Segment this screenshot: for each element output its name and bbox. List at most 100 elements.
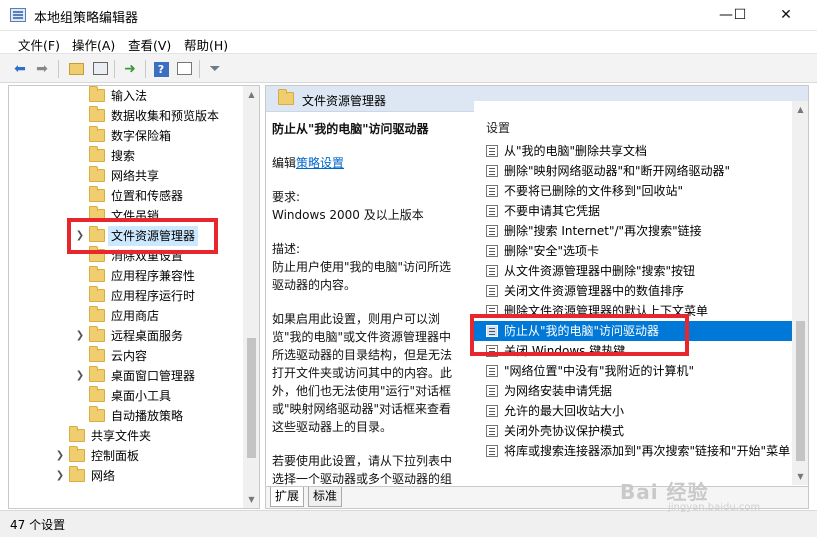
setting-row[interactable]: 从"我的电脑"删除共享文档 [474, 141, 792, 161]
setting-row[interactable]: 允许的最大回收站大小 [474, 401, 792, 421]
folder-icon [89, 406, 105, 422]
setting-row[interactable]: 关闭外壳协议保护模式 [474, 421, 792, 441]
scroll-up-arrow-icon[interactable]: ▲ [243, 86, 259, 103]
navigation-tree[interactable]: 输入法 数据收集和预览版本 数字保险箱 搜索 网络共享 位置和传感器 文件吊销 ❯ 文件资源管理… [8, 85, 260, 509]
status-bar: 47 个设置 [0, 510, 817, 537]
window-title: 本地组策略编辑器 [34, 11, 139, 26]
setting-row[interactable]: "网络位置"中没有"我附近的计算机" [474, 361, 792, 381]
tree-scrollbar[interactable]: ▲ ▼ [243, 86, 259, 508]
folder-icon [89, 166, 105, 182]
expand-arrow-icon[interactable]: ❯ [54, 446, 66, 466]
setting-row[interactable]: 将库或搜索连接器添加到"再次搜索"链接和"开始"菜单 [474, 441, 792, 461]
tree-item-label: 网络共享 [111, 169, 160, 183]
scroll-down-arrow-icon[interactable]: ▼ [792, 468, 808, 485]
toolbar-separator [58, 60, 59, 78]
help-icon[interactable]: ? [151, 59, 171, 79]
setting-label: 删除"搜索 Internet"/"再次搜索"链接 [504, 224, 702, 238]
tree-item-label: 数字保险箱 [111, 129, 172, 143]
forward-arrow-icon[interactable]: ➡ [32, 59, 52, 79]
setting-row[interactable]: 删除"搜索 Internet"/"再次搜索"链接 [474, 221, 792, 241]
folder-icon [69, 446, 85, 462]
highlight-box-setting [470, 314, 689, 356]
folder-icon [89, 186, 105, 202]
settings-column-header[interactable]: 设置 [486, 119, 510, 136]
policy-setting-icon [486, 405, 498, 417]
setting-label: 将库或搜索连接器添加到"再次搜索"链接和"开始"菜单 [504, 444, 791, 458]
up-folder-icon[interactable] [66, 59, 86, 79]
tab-extended[interactable]: 扩展 [270, 487, 305, 507]
setting-label: 不要申请其它凭据 [504, 204, 601, 218]
scroll-down-arrow-icon[interactable]: ▼ [243, 491, 259, 508]
tree-item-label: 桌面小工具 [111, 389, 172, 403]
folder-icon [89, 86, 105, 102]
setting-row[interactable]: 删除"映射网络驱动器"和"断开网络驱动器" [474, 161, 792, 181]
close-button[interactable]: ✕ [763, 0, 809, 31]
tree-item-label: 桌面窗口管理器 [111, 369, 196, 383]
setting-row[interactable]: 关闭文件资源管理器中的数值排序 [474, 281, 792, 301]
menu-action[interactable]: 操作(A) [72, 35, 115, 54]
policy-setting-icon [486, 245, 498, 257]
policy-setting-icon [486, 265, 498, 277]
toolbar: ⬅ ➡ ➜ ? ⏷ [0, 53, 817, 83]
setting-label: 删除"安全"选项卡 [504, 244, 600, 258]
edit-prefix: 编辑 [272, 156, 297, 170]
setting-row[interactable]: 为网络安装申请凭据 [474, 381, 792, 401]
show-hide-tree-icon[interactable] [90, 59, 110, 79]
tree-item-label: 输入法 [111, 89, 148, 103]
tree-item-label: 网络 [91, 469, 116, 483]
folder-icon [89, 126, 105, 142]
toolbar-separator [114, 60, 115, 78]
settings-scrollbar[interactable]: ▲ ▼ [792, 101, 808, 485]
description-scroll-area [462, 112, 472, 486]
policy-settings-link[interactable]: 策略设置 [296, 156, 344, 170]
folder-icon [69, 426, 85, 442]
menu-help[interactable]: 帮助(H) [184, 35, 228, 54]
tree-item-label: 云内容 [111, 349, 148, 363]
filter-icon[interactable]: ⏷ [205, 59, 225, 79]
policy-setting-icon [486, 385, 498, 397]
setting-row[interactable]: 删除"安全"选项卡 [474, 241, 792, 261]
folder-icon [89, 346, 105, 362]
policy-setting-icon [486, 365, 498, 377]
expand-arrow-icon[interactable]: ❯ [54, 466, 66, 486]
folder-icon [89, 106, 105, 122]
edit-policy-line: 编辑策略设置 [272, 154, 462, 172]
highlight-box-tree [67, 218, 218, 254]
menu-file[interactable]: 文件(F) [18, 35, 60, 54]
setting-row[interactable]: 从文件资源管理器中删除"搜索"按钮 [474, 261, 792, 281]
setting-label: 允许的最大回收站大小 [504, 404, 625, 418]
setting-row[interactable]: 不要申请其它凭据 [474, 201, 792, 221]
tree-item-label: 应用商店 [111, 309, 160, 323]
policy-setting-icon [486, 145, 498, 157]
setting-row[interactable]: 不要将已删除的文件移到"回收站" [474, 181, 792, 201]
menu-view[interactable]: 查看(V) [128, 35, 171, 54]
folder-icon [89, 286, 105, 302]
policy-setting-icon [486, 425, 498, 437]
settings-list: 设置 从"我的电脑"删除共享文档删除"映射网络驱动器"和"断开网络驱动器" 不要将… [474, 101, 808, 485]
tree-item-label: 共享文件夹 [91, 429, 152, 443]
setting-label: 关闭文件资源管理器中的数值排序 [504, 284, 685, 298]
menu-bar: 文件(F) 操作(A) 查看(V) 帮助(H) [0, 31, 817, 53]
settings-scroll-thumb[interactable] [796, 321, 805, 461]
requirements-value: Windows 2000 及以上版本 [272, 208, 424, 222]
tree-item-label: 搜索 [111, 149, 136, 163]
setting-label: 从"我的电脑"删除共享文档 [504, 144, 648, 158]
expand-arrow-icon[interactable]: ❯ [74, 366, 86, 386]
scroll-up-arrow-icon[interactable]: ▲ [792, 101, 808, 118]
maximize-button[interactable]: ☐ [717, 0, 763, 31]
setting-label: 不要将已删除的文件移到"回收站" [504, 184, 684, 198]
expand-arrow-icon[interactable]: ❯ [74, 326, 86, 346]
tree-item-label: 控制面板 [91, 449, 140, 463]
tree-item-label: 位置和传感器 [111, 189, 184, 203]
folder-icon [89, 366, 105, 382]
description-label: 描述: [272, 242, 301, 256]
properties-icon[interactable] [174, 59, 194, 79]
policy-setting-icon [486, 185, 498, 197]
back-arrow-icon[interactable]: ⬅ [10, 59, 30, 79]
tab-standard[interactable]: 标准 [308, 487, 343, 507]
tree-scroll-thumb[interactable] [247, 338, 256, 458]
title-bar: 本地组策略编辑器 — ☐ ✕ [0, 0, 817, 31]
setting-label: 删除"映射网络驱动器"和"断开网络驱动器" [504, 164, 731, 178]
description-block: 描述: 防止用户使用"我的电脑"访问所选驱动器的内容。 [272, 240, 462, 294]
export-list-icon[interactable]: ➜ [120, 59, 140, 79]
